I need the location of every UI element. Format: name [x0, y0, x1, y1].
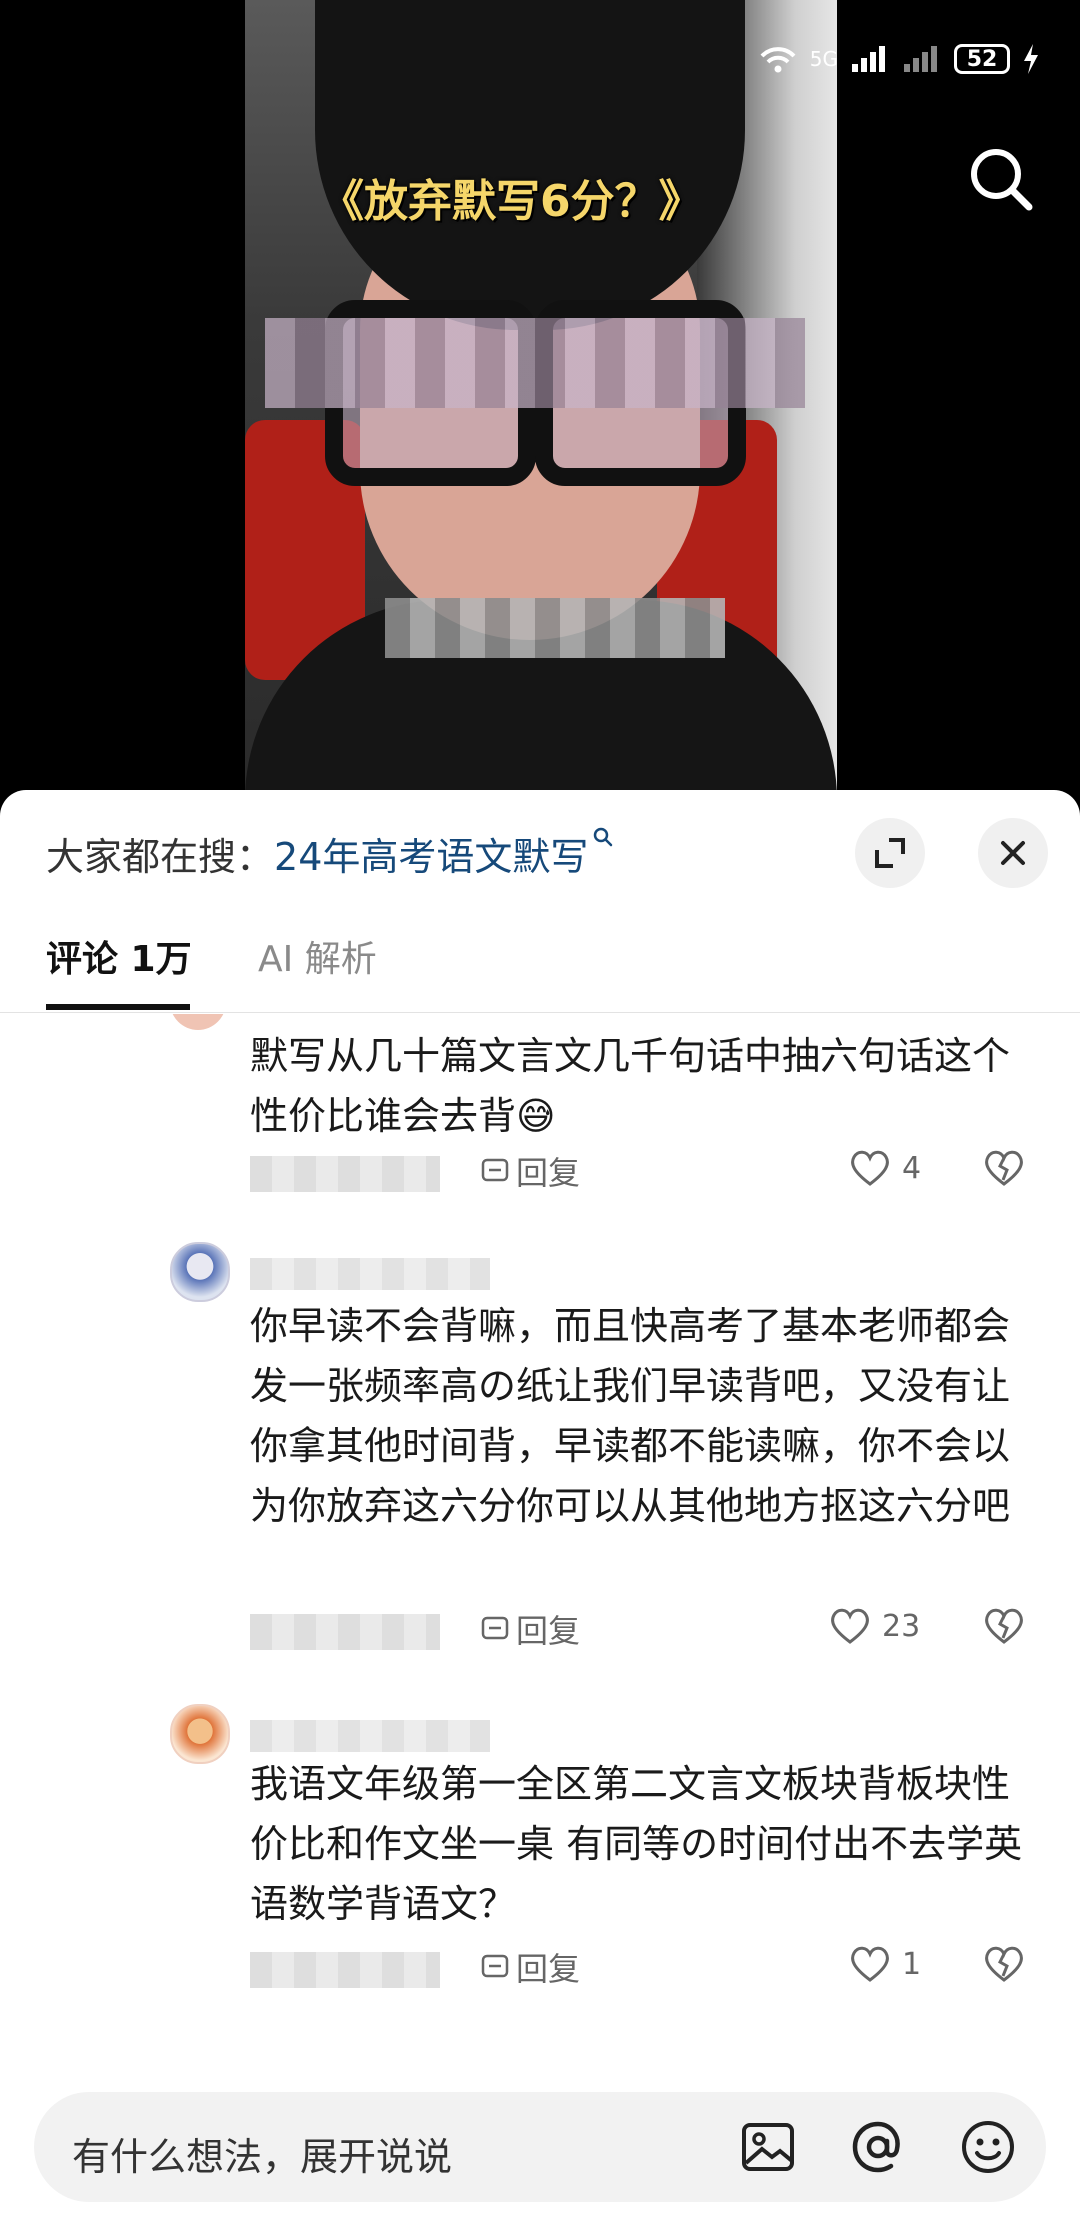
heart-icon [851, 1946, 889, 1982]
signal-icon [852, 46, 885, 72]
pixelated-eyes [265, 318, 805, 408]
close-icon [1001, 841, 1025, 865]
dislike-button[interactable] [982, 1148, 1026, 1192]
charging-icon [1024, 44, 1038, 74]
reply-button[interactable]: 回复 [480, 1606, 580, 1652]
comment-date-blurred [250, 1614, 440, 1650]
comment-sheet: 大家都在搜：24年高考语文默写 评论 1万 AI 解析 默写从几十篇文言文几千句… [0, 790, 1080, 2228]
active-tab-indicator [46, 1004, 190, 1010]
comment-input-bar[interactable]: 有什么想法，展开说说 [34, 2092, 1046, 2202]
dislike-button[interactable] [982, 1944, 1026, 1988]
comment-meta: 回复 1 [250, 1944, 1050, 1994]
dislike-button[interactable] [982, 1606, 1026, 1650]
reply-icon [481, 1954, 509, 1978]
video-frame [245, 0, 837, 800]
like-count: 1 [902, 1946, 922, 1982]
broken-heart-icon [985, 1946, 1023, 1982]
reply-icon [481, 1158, 509, 1182]
like-button[interactable]: 1 [848, 1944, 921, 1984]
search-icon [594, 827, 613, 847]
video-caption: 《放弃默写6分？》 [320, 176, 703, 227]
search-button[interactable] [966, 144, 1036, 214]
trending-prefix: 大家都在搜： [46, 835, 275, 879]
reply-button[interactable]: 回复 [480, 1944, 580, 1990]
comment-input[interactable]: 有什么想法，展开说说 [72, 2126, 452, 2181]
signal-icon-secondary [904, 46, 937, 72]
comment-tabs: 评论 1万 AI 解析 [0, 920, 1080, 1013]
at-icon [852, 2121, 900, 2173]
wifi-icon [760, 47, 796, 73]
emoji-icon [962, 2121, 1014, 2173]
comment-text: 你早读不会背嘛，而且快高考了基本老师都会发一张频率高の纸让我们早读背吧，又没有让… [250, 1304, 1011, 1528]
comment-list[interactable]: 默写从几十篇文言文几千句话中抽六句话这个性价比谁会去背😅 回复 4 你早读不会背… [0, 1014, 1080, 2014]
comment-date-blurred [250, 1156, 440, 1192]
broken-heart-icon [985, 1608, 1023, 1644]
comment-meta: 回复 23 [250, 1606, 1050, 1656]
like-button[interactable]: 4 [848, 1148, 921, 1188]
comment-meta: 回复 4 [250, 1148, 1050, 1198]
avatar[interactable] [170, 1242, 230, 1302]
tab-comments[interactable]: 评论 1万 [46, 930, 192, 982]
like-count: 23 [882, 1608, 921, 1644]
mention-button[interactable] [848, 2117, 908, 2177]
search-icon [971, 149, 1033, 211]
reply-label: 回复 [516, 1154, 581, 1192]
comment-text: 默写从几十篇文言文几千句话中抽六句话这个性价比谁会去背😅 [250, 1034, 1011, 1138]
image-button[interactable] [738, 2117, 798, 2177]
reply-label: 回复 [516, 1612, 581, 1650]
broken-heart-icon [985, 1150, 1023, 1186]
heart-icon [831, 1608, 869, 1644]
avatar[interactable] [170, 1014, 226, 1030]
reply-label: 回复 [516, 1950, 581, 1988]
video-player[interactable]: 《放弃默写6分？》 5G 52 [0, 0, 1080, 800]
heart-icon [851, 1150, 889, 1186]
network-type: 5G [809, 47, 838, 71]
comment-text: 我语文年级第一全区第二文言文板块背板块性价比和作文坐一桌 有同等の时间付出不去学… [250, 1762, 1023, 1926]
trending-term[interactable]: 24年高考语文默写 [274, 835, 588, 879]
reply-icon [481, 1616, 509, 1640]
comment-date-blurred [250, 1952, 440, 1988]
username-blurred[interactable] [250, 1258, 490, 1290]
status-bar: 5G 52 [758, 44, 1040, 74]
tab-ai-analysis[interactable]: AI 解析 [258, 930, 377, 982]
like-button[interactable]: 23 [828, 1606, 920, 1646]
pixelated-mouth [385, 598, 725, 658]
avatar[interactable] [170, 1704, 230, 1764]
battery-indicator: 52 [954, 44, 1010, 74]
username-blurred[interactable] [250, 1720, 490, 1752]
expand-button[interactable] [855, 818, 925, 888]
reply-button[interactable]: 回复 [480, 1148, 580, 1194]
emoji-button[interactable] [958, 2117, 1018, 2177]
expand-icon [875, 838, 905, 868]
close-button[interactable] [978, 818, 1048, 888]
like-count: 4 [902, 1150, 922, 1186]
image-icon [742, 2123, 794, 2171]
trending-search[interactable]: 大家都在搜：24年高考语文默写 [46, 826, 614, 881]
